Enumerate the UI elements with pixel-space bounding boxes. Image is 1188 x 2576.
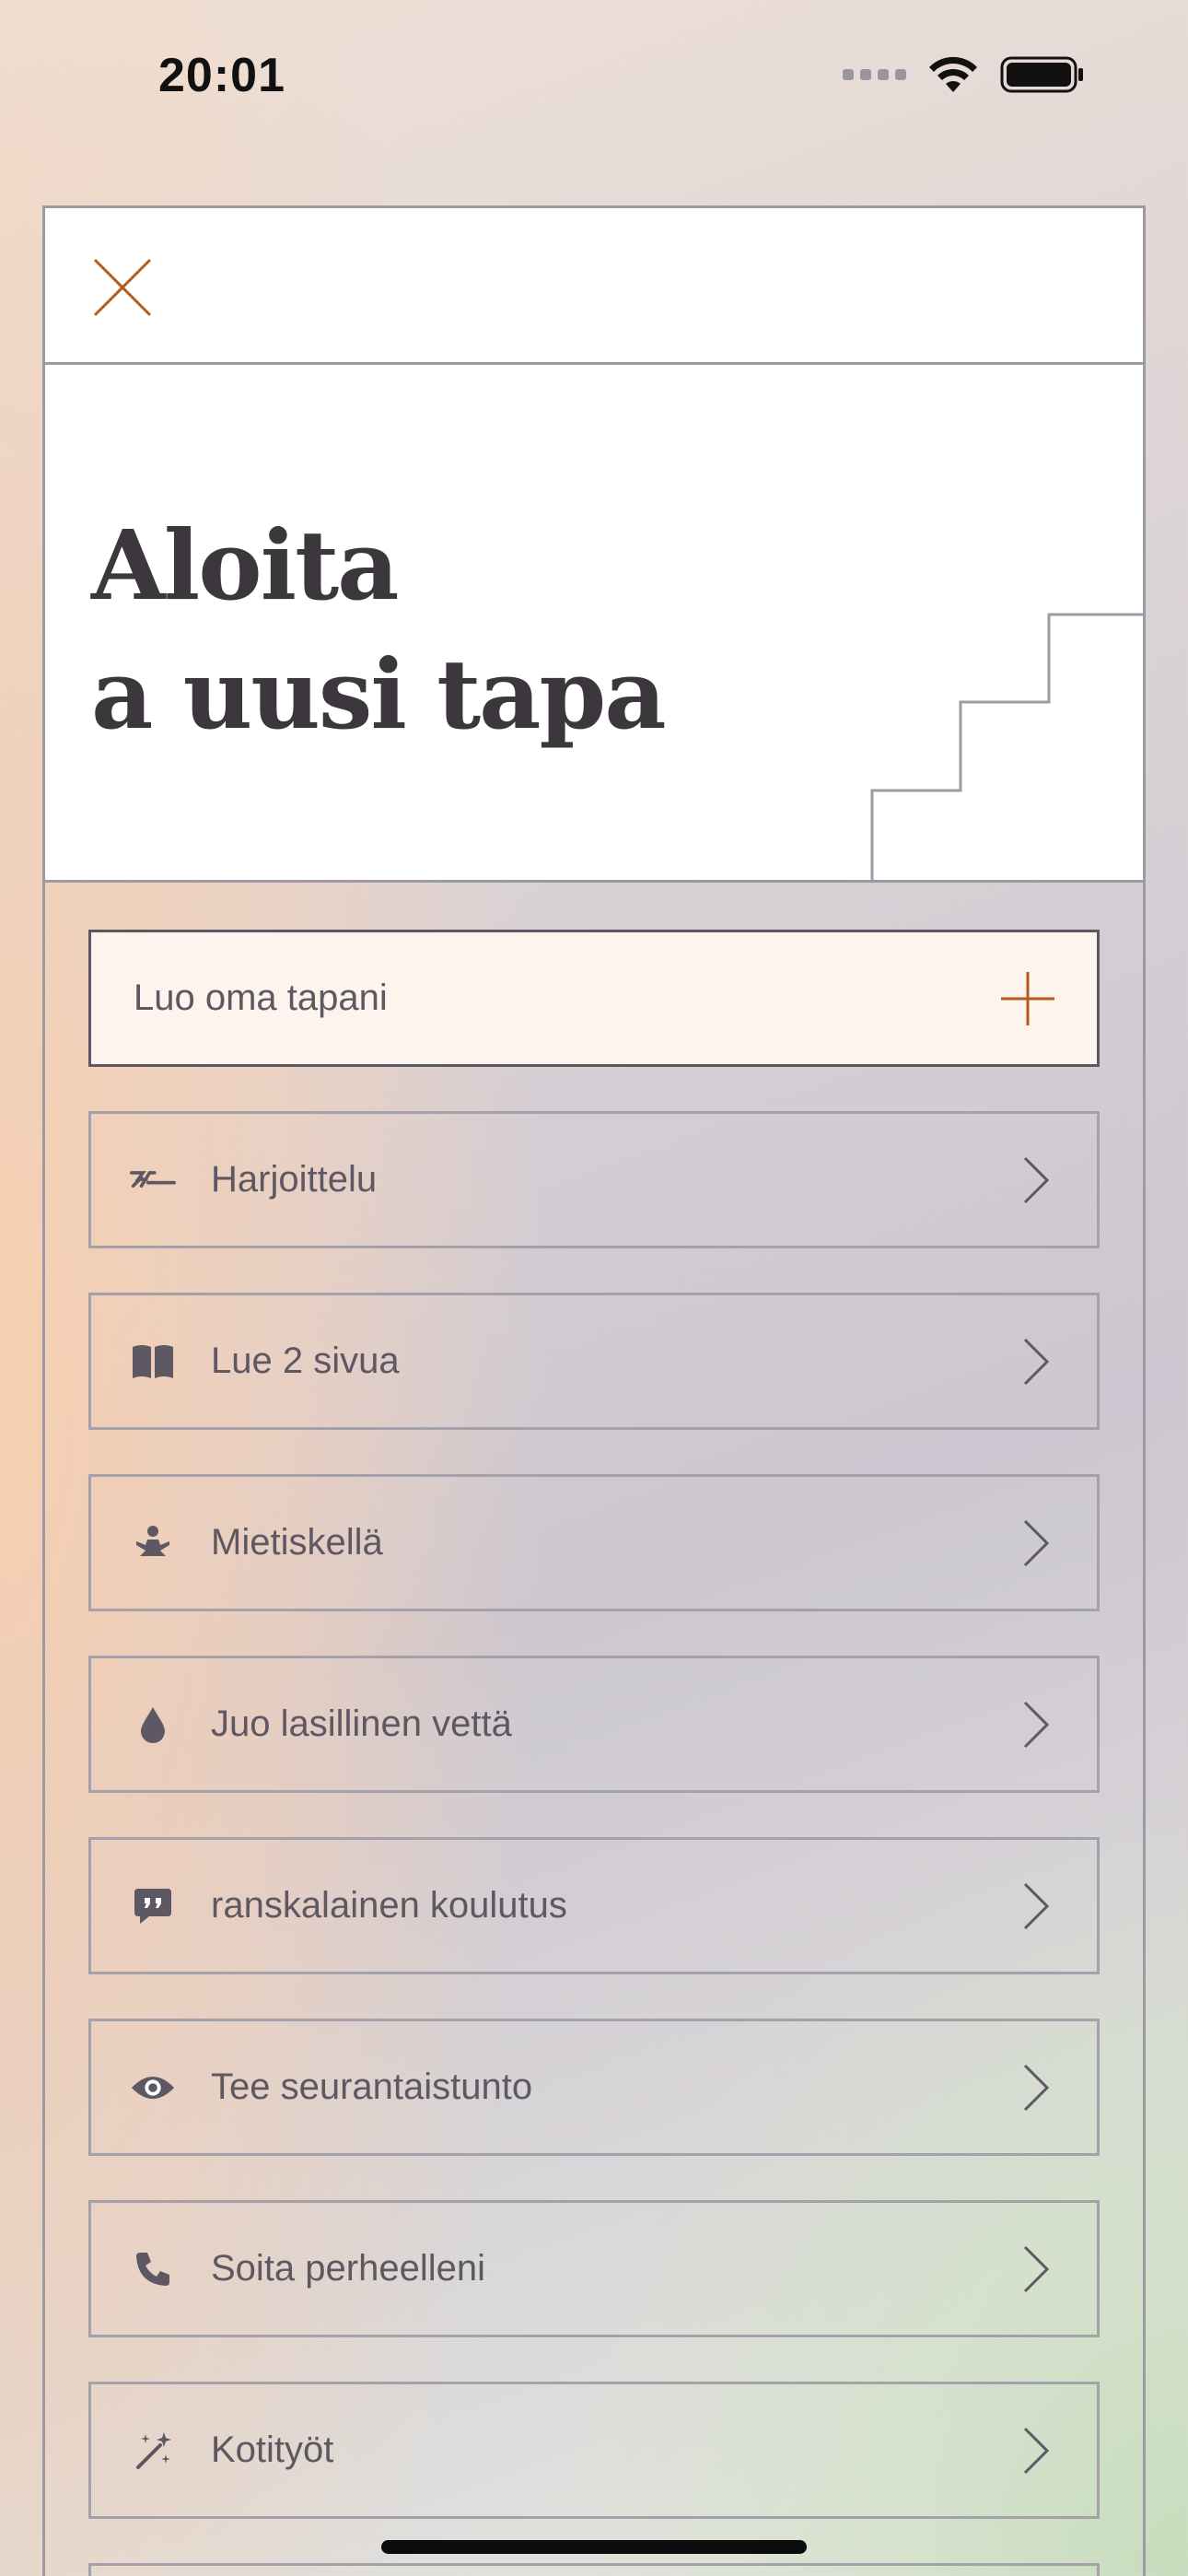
habit-item-juo-vetta[interactable]: Juo lasillinen vettä <box>88 1656 1100 1793</box>
chevron-right-icon <box>1023 1338 1050 1385</box>
habit-label: Harjoittelu <box>211 1159 378 1200</box>
chevron-right-icon <box>1023 2064 1050 2111</box>
chevron-right-icon <box>1023 2427 1050 2474</box>
cellular-signal-icon <box>843 69 906 80</box>
habit-item-mietiskella[interactable]: Mietiskellä <box>88 1474 1100 1611</box>
eye-icon <box>130 2065 176 2111</box>
title-area: Aloita a uusi tapa <box>45 365 1143 883</box>
title-line-2: a uusi tapa <box>91 638 667 751</box>
battery-icon <box>1000 56 1083 93</box>
habit-item-soita-perheelleni[interactable]: Soita perheelleni <box>88 2200 1100 2337</box>
sheet-header: Aloita a uusi tapa <box>45 208 1143 883</box>
phone-icon <box>130 2246 176 2292</box>
workout-icon <box>130 1157 176 1203</box>
meditation-icon <box>130 1520 176 1566</box>
speech-bubble-icon <box>130 1883 176 1929</box>
water-drop-icon <box>130 1702 176 1748</box>
create-own-habit-label: Luo oma tapani <box>134 978 388 1018</box>
habit-label: Kotityöt <box>211 2430 334 2470</box>
habit-label: Lue 2 sivua <box>211 1341 400 1381</box>
title-line-1: Aloita <box>91 509 399 622</box>
chevron-right-icon <box>1023 1519 1050 1566</box>
habit-item-ranskalainen-koulutus[interactable]: ranskalainen koulutus <box>88 1837 1100 1974</box>
chevron-right-icon <box>1023 1156 1050 1203</box>
status-bar: 20:01 <box>0 0 1188 161</box>
sparkles-icon <box>130 2428 176 2474</box>
chevron-right-icon <box>1023 2245 1050 2292</box>
status-time: 20:01 <box>158 49 285 102</box>
habit-item-lue-2-sivua[interactable]: Lue 2 sivua <box>88 1293 1100 1430</box>
habit-item-partial[interactable] <box>88 2563 1100 2576</box>
plus-icon <box>1001 971 1054 1025</box>
habit-label: Mietiskellä <box>211 1522 383 1563</box>
home-indicator[interactable] <box>381 2540 807 2554</box>
stairs-illustration <box>870 613 1143 880</box>
habit-label: Tee seurantaistunto <box>211 2067 533 2107</box>
habit-label: ranskalainen koulutus <box>211 1885 567 1926</box>
page-title: Aloita a uusi tapa <box>91 501 667 759</box>
habit-item-seurantaistunto[interactable]: Tee seurantaistunto <box>88 2019 1100 2156</box>
create-own-habit-button[interactable]: Luo oma tapani <box>88 930 1100 1067</box>
habit-list: Luo oma tapani Harjoittelu Lue 2 sivua M… <box>88 930 1100 2576</box>
close-row <box>45 208 1143 365</box>
habit-label: Juo lasillinen vettä <box>211 1704 512 1744</box>
habit-label: Soita perheelleni <box>211 2248 485 2289</box>
book-icon <box>130 1339 176 1385</box>
habit-item-harjoittelu[interactable]: Harjoittelu <box>88 1111 1100 1248</box>
chevron-right-icon <box>1023 1701 1050 1748</box>
wifi-icon <box>929 56 977 92</box>
status-icons <box>843 55 1085 94</box>
close-icon[interactable] <box>91 256 154 319</box>
habit-item-kotityot[interactable]: Kotityöt <box>88 2382 1100 2519</box>
chevron-right-icon <box>1023 1882 1050 1929</box>
